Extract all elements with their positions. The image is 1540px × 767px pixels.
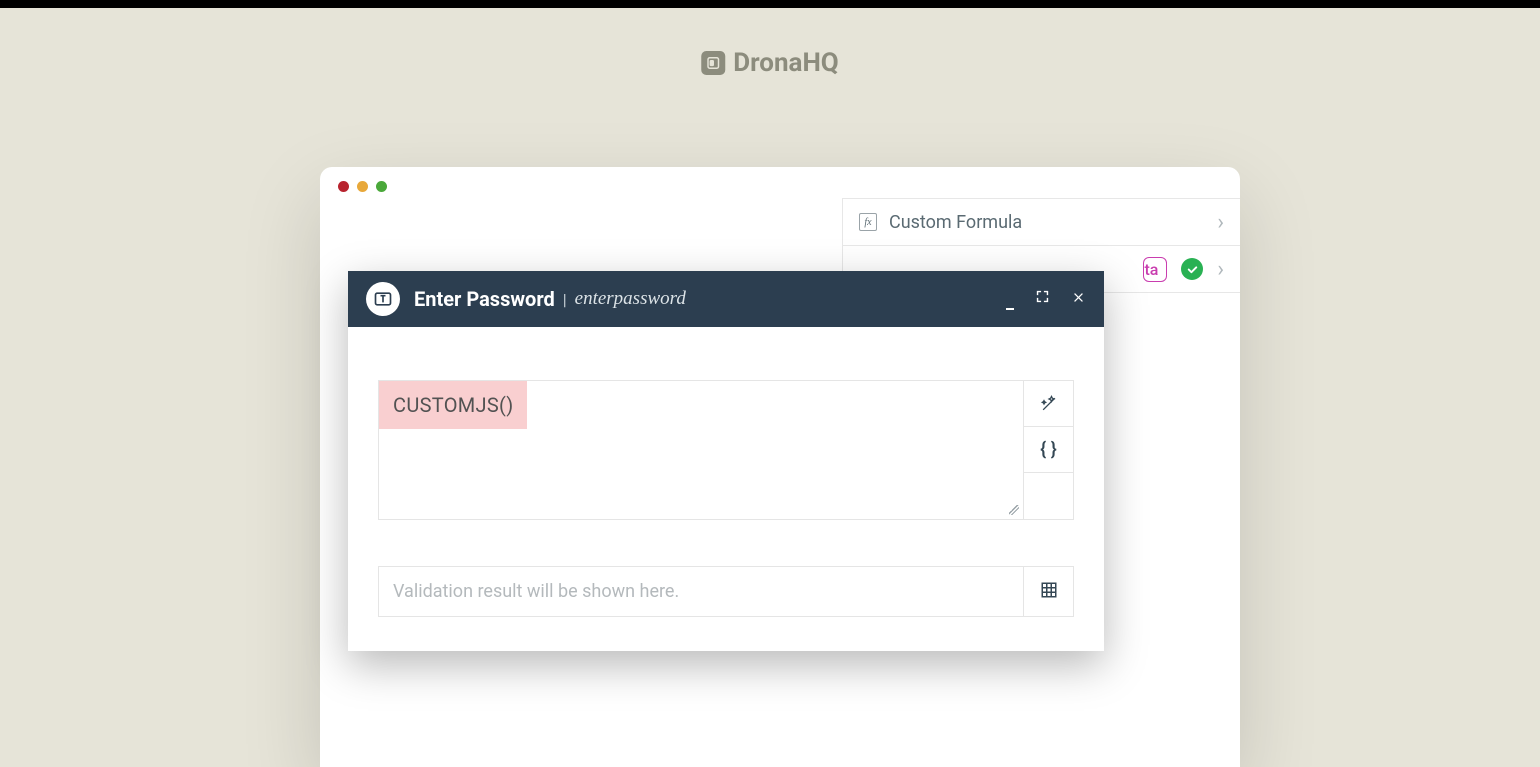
expand-icon[interactable] (1034, 288, 1051, 310)
close-icon[interactable] (1071, 289, 1086, 310)
minimize-icon[interactable]: _ (1006, 292, 1014, 313)
data-badge[interactable]: ta (1143, 257, 1167, 282)
title-separator: | (563, 290, 567, 309)
formula-editor-container: CUSTOMJS() { } (378, 380, 1074, 520)
tool-spacer (1023, 473, 1073, 519)
formula-input[interactable]: CUSTOMJS() (379, 381, 1023, 519)
brand-icon (701, 51, 725, 75)
chevron-right-icon[interactable]: › (1217, 257, 1224, 282)
window-close-dot[interactable] (338, 181, 349, 192)
window-minimize-dot[interactable] (357, 181, 368, 192)
modal-window-actions: _ (1006, 288, 1086, 310)
modal-header: Enter Password | enterpassword _ (348, 271, 1104, 327)
fx-icon: fx (859, 213, 877, 231)
custom-formula-row[interactable]: fx Custom Formula › (843, 199, 1240, 246)
formula-tools: { } (1023, 381, 1073, 519)
braces-button[interactable]: { } (1023, 427, 1073, 473)
brand-logo: DronaHQ (701, 48, 838, 78)
modal-title: Enter Password (414, 287, 555, 311)
validation-result-text: Validation result will be shown here. (379, 567, 1023, 616)
table-view-button[interactable] (1040, 581, 1058, 603)
result-tools (1023, 567, 1073, 616)
top-bar (0, 0, 1540, 8)
formula-modal: Enter Password | enterpassword _ CUSTOMJ… (348, 271, 1104, 651)
check-circle-icon (1181, 258, 1203, 280)
window-controls (338, 181, 387, 192)
chevron-right-icon: › (1217, 210, 1224, 235)
custom-formula-label: Custom Formula (889, 212, 1205, 233)
text-field-icon (366, 282, 400, 316)
magic-wand-button[interactable] (1023, 381, 1073, 427)
window-maximize-dot[interactable] (376, 181, 387, 192)
brand-name: DronaHQ (733, 48, 838, 78)
formula-text: CUSTOMJS() (379, 381, 527, 429)
modal-subtitle: enterpassword (575, 288, 686, 310)
resize-handle[interactable] (1009, 505, 1019, 515)
validation-result-container: Validation result will be shown here. (378, 566, 1074, 617)
